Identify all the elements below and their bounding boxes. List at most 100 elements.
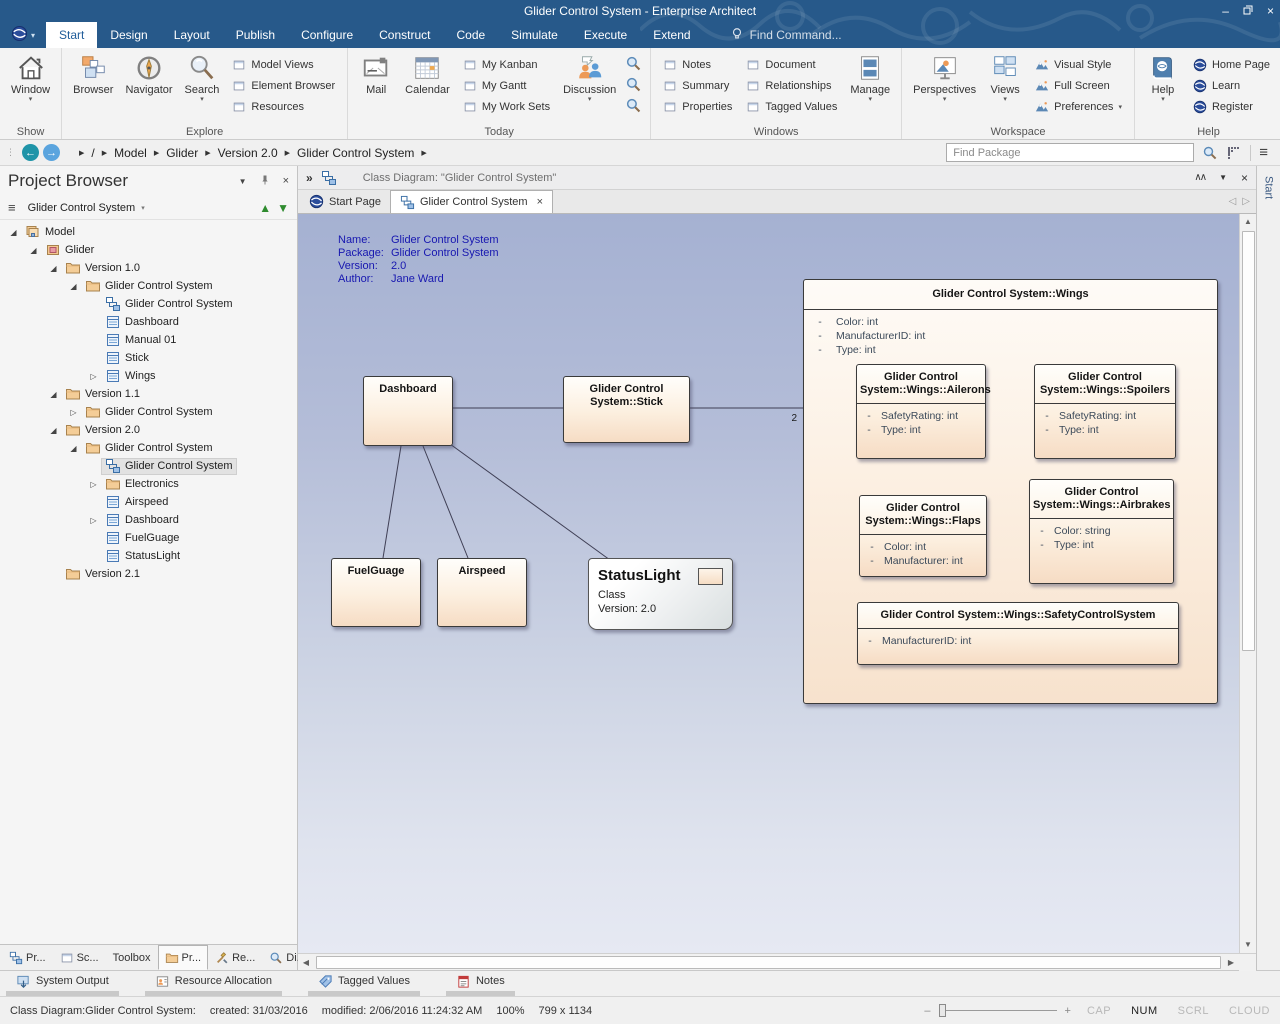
help-button[interactable]: Help ▾ bbox=[1140, 51, 1186, 104]
ribbon-menu-item[interactable]: My Gantt bbox=[456, 75, 557, 96]
tree-item[interactable]: ▷ Wings bbox=[0, 367, 297, 385]
dock-tab[interactable]: System Output bbox=[6, 971, 119, 996]
expander-icon[interactable]: ▷ bbox=[86, 516, 101, 525]
overflow-chevron-icon[interactable]: » bbox=[306, 171, 313, 185]
ribbon-menu-item[interactable]: Preferences▾ bbox=[1028, 96, 1129, 117]
ribbon-tab[interactable]: Construct bbox=[366, 22, 443, 48]
ribbon-menu-item[interactable]: My Work Sets bbox=[456, 96, 557, 117]
scroll-right-icon[interactable]: ▶ bbox=[1223, 958, 1239, 967]
expander-icon[interactable]: ◢ bbox=[46, 264, 61, 273]
class-node-flaps[interactable]: Glider Control System::Wings::Flaps -Col… bbox=[859, 495, 987, 577]
find-command[interactable]: Find Command... bbox=[730, 22, 842, 48]
slider-knob[interactable] bbox=[939, 1004, 946, 1017]
tree-item[interactable]: Glider Control System bbox=[0, 457, 297, 475]
window-button[interactable]: Window ▾ bbox=[5, 51, 56, 104]
diagram-canvas[interactable]: 2 Name:Glider Control SystemPackage:Glid… bbox=[298, 214, 1239, 953]
scroll-down-icon[interactable]: ▼ bbox=[1244, 937, 1252, 953]
expander-icon[interactable]: ▷ bbox=[86, 372, 101, 381]
ribbon-menu-item[interactable]: Resources bbox=[225, 96, 342, 117]
panel-tab[interactable]: Sc... bbox=[53, 945, 106, 970]
ribbon-menu-item[interactable]: My Kanban bbox=[456, 54, 557, 75]
tree-item[interactable]: ▷ Glider Control System bbox=[0, 403, 297, 421]
zoom-in-icon[interactable]: + bbox=[1065, 1005, 1071, 1017]
tree-item[interactable]: Airspeed bbox=[0, 493, 297, 511]
ribbon-tab[interactable]: Execute bbox=[571, 22, 640, 48]
ribbon-tab[interactable]: Publish bbox=[223, 22, 288, 48]
close-tab-icon[interactable]: × bbox=[537, 196, 543, 208]
breadcrumb-item[interactable]: Version 2.0 bbox=[218, 146, 278, 160]
ribbon-menu-item[interactable]: Visual Style▾ bbox=[1028, 54, 1129, 75]
dock-tab[interactable]: Notes bbox=[446, 971, 515, 996]
scrollbar-thumb[interactable] bbox=[316, 956, 1221, 969]
scrollbar-thumb[interactable] bbox=[1242, 231, 1255, 651]
navigator-button[interactable]: Navigator bbox=[119, 51, 178, 98]
class-node-statuslight[interactable]: StatusLight Class Version: 2.0 bbox=[588, 558, 733, 630]
back-button[interactable]: ← bbox=[22, 144, 39, 161]
perspectives-button[interactable]: Perspectives ▾ bbox=[907, 51, 982, 104]
ribbon-menu-item[interactable]: Properties bbox=[656, 96, 739, 117]
close-icon[interactable]: × bbox=[1241, 171, 1248, 185]
class-node-fuelguage[interactable]: FuelGuage bbox=[331, 558, 421, 627]
close-icon[interactable]: × bbox=[283, 175, 289, 187]
class-node-safetycontrolsystem[interactable]: Glider Control System::Wings::SafetyCont… bbox=[857, 602, 1179, 665]
slider-track[interactable] bbox=[939, 1010, 1057, 1011]
close-icon[interactable]: × bbox=[1267, 0, 1274, 22]
search-icon[interactable] bbox=[1202, 145, 1218, 161]
tree-item[interactable]: Glider Control System bbox=[0, 295, 297, 313]
dock-tab[interactable]: Resource Allocation bbox=[145, 971, 282, 996]
tree-item[interactable]: ◢ Version 2.0 bbox=[0, 421, 297, 439]
toggle-indicator[interactable]: CLOUD bbox=[1229, 1005, 1270, 1017]
ribbon-menu-item[interactable]: Model Views bbox=[225, 54, 342, 75]
tree-item[interactable]: ▷ Dashboard bbox=[0, 511, 297, 529]
toggle-indicator[interactable]: NUM bbox=[1131, 1005, 1158, 1017]
tree-item[interactable]: Version 2.1 bbox=[0, 565, 297, 583]
class-node-stick[interactable]: Glider Control System::Stick bbox=[563, 376, 690, 443]
minimize-icon[interactable]: – bbox=[1222, 0, 1229, 22]
breadcrumb-item[interactable]: Glider bbox=[166, 146, 198, 160]
pin-list-icon[interactable] bbox=[1226, 145, 1242, 161]
ribbon-menu-item[interactable]: Summary bbox=[656, 75, 739, 96]
mail-button[interactable]: Mail bbox=[353, 51, 399, 98]
ribbon-menu-item[interactable]: Full Screen▾ bbox=[1028, 75, 1129, 96]
tree-item[interactable]: ◢ Glider Control System bbox=[0, 277, 297, 295]
tree-item[interactable]: FuelGuage bbox=[0, 529, 297, 547]
ribbon-menu-item[interactable]: Element Browser bbox=[225, 75, 342, 96]
expander-icon[interactable]: ◢ bbox=[46, 426, 61, 435]
ribbon-menu-item[interactable]: Home Page bbox=[1186, 54, 1277, 75]
class-node-airbrakes[interactable]: Glider Control System::Wings::Airbrakes … bbox=[1029, 479, 1174, 584]
ribbon-menu-item[interactable]: Learn bbox=[1186, 75, 1277, 96]
tree-item[interactable]: Stick bbox=[0, 349, 297, 367]
browser-button[interactable]: Browser bbox=[67, 51, 119, 98]
ribbon-menu-item[interactable]: Notes bbox=[656, 54, 739, 75]
expander-icon[interactable]: ◢ bbox=[66, 444, 81, 453]
ribbon-tab[interactable]: Configure bbox=[288, 22, 366, 48]
tab-scroll-left-icon[interactable]: ◁ bbox=[1229, 196, 1237, 207]
ribbon-tab[interactable]: Code bbox=[443, 22, 498, 48]
caret-down-icon[interactable]: ▼ bbox=[1219, 173, 1227, 182]
zoom-out-icon[interactable]: – bbox=[924, 1005, 930, 1017]
tree-item[interactable]: ◢ Glider Control System bbox=[0, 439, 297, 457]
search-icon[interactable] bbox=[625, 97, 642, 114]
search-icon[interactable] bbox=[625, 76, 642, 93]
tab-scroll-right-icon[interactable]: ▷ bbox=[1242, 196, 1250, 207]
ribbon-tab[interactable]: Extend bbox=[640, 22, 703, 48]
horizontal-scrollbar[interactable]: ◀ ▶ bbox=[298, 953, 1256, 970]
class-node-wings[interactable]: Glider Control System::Wings -Color: int… bbox=[803, 279, 1218, 704]
panel-menu-icon[interactable]: ▼ bbox=[239, 177, 247, 186]
breadcrumb-item[interactable]: Glider Control System bbox=[297, 146, 414, 160]
discussion-button[interactable]: Discussion ▾ bbox=[557, 51, 622, 104]
panel-tab[interactable]: Toolbox bbox=[106, 945, 158, 970]
class-node-dashboard[interactable]: Dashboard bbox=[363, 376, 453, 446]
tree-item[interactable]: ◢ Model bbox=[0, 223, 297, 241]
scroll-up-icon[interactable]: ▲ bbox=[1244, 214, 1252, 230]
collapse-icon[interactable]: ∧∧ bbox=[1194, 172, 1205, 183]
restore-icon[interactable] bbox=[1243, 0, 1253, 22]
panel-tab[interactable]: Pr... bbox=[2, 945, 53, 970]
expander-icon[interactable]: ◢ bbox=[26, 246, 41, 255]
tree-item[interactable]: Manual 01 bbox=[0, 331, 297, 349]
tree-item[interactable]: Dashboard bbox=[0, 313, 297, 331]
vertical-scrollbar[interactable]: ▲ ▼ bbox=[1239, 214, 1256, 953]
class-node-airspeed[interactable]: Airspeed bbox=[437, 558, 527, 627]
expander-icon[interactable]: ◢ bbox=[46, 390, 61, 399]
scroll-left-icon[interactable]: ◀ bbox=[298, 958, 314, 967]
